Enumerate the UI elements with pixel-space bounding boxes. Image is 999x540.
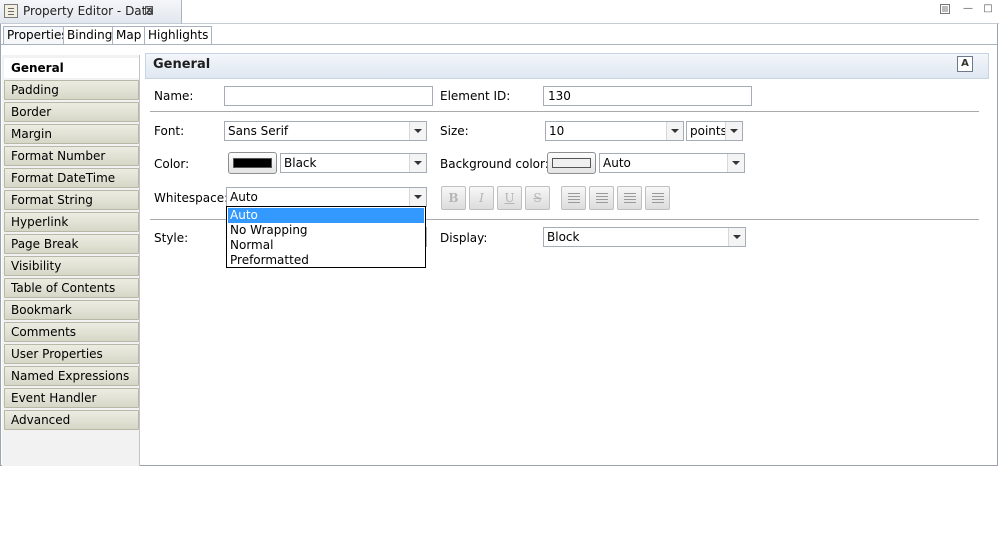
category-advanced[interactable]: Advanced: [4, 410, 139, 430]
element-id-input[interactable]: 130: [543, 86, 752, 106]
align-left-icon: [568, 193, 580, 194]
underline-button[interactable]: U: [497, 186, 522, 210]
font-value: Sans Serif: [228, 124, 289, 138]
background-color-picker-button[interactable]: [547, 152, 596, 174]
background-color-label: Background color:: [440, 157, 549, 171]
tab-binding[interactable]: Binding: [63, 26, 117, 45]
section-title: General: [153, 57, 211, 72]
name-label: Name:: [154, 89, 194, 103]
category-format-datetime[interactable]: Format DateTime: [4, 168, 139, 188]
section-header: [145, 53, 989, 79]
align-left-button[interactable]: [561, 186, 586, 210]
strikethrough-button[interactable]: S: [525, 186, 550, 210]
category-table-of-contents[interactable]: Table of Contents: [4, 278, 139, 298]
whitespace-select[interactable]: Auto: [226, 187, 427, 207]
color-picker-button[interactable]: [228, 152, 277, 174]
minimize-icon[interactable]: —: [962, 3, 974, 15]
font-select[interactable]: Sans Serif: [224, 121, 427, 141]
color-swatch: [233, 158, 272, 168]
category-named-expressions[interactable]: Named Expressions: [4, 366, 139, 386]
background-color-swatch: [552, 158, 591, 168]
edit-style-icon[interactable]: A: [957, 56, 973, 72]
size-label: Size:: [440, 124, 469, 138]
style-label: Style:: [154, 231, 189, 245]
chevron-down-icon[interactable]: [725, 122, 742, 140]
whitespace-option-no-wrapping[interactable]: No Wrapping: [228, 223, 424, 238]
align-right-button[interactable]: [617, 186, 642, 210]
color-value: Black: [284, 156, 317, 170]
size-select[interactable]: 10: [545, 121, 684, 141]
category-format-number[interactable]: Format Number: [4, 146, 139, 166]
category-comments[interactable]: Comments: [4, 322, 139, 342]
view-menu-icon[interactable]: [940, 3, 952, 15]
background-color-select[interactable]: Auto: [599, 153, 745, 173]
property-editor-icon: [4, 4, 18, 18]
color-label: Color:: [154, 157, 190, 171]
tab-properties[interactable]: Properties: [3, 26, 72, 45]
color-select[interactable]: Black: [280, 153, 427, 173]
align-justify-icon: [652, 193, 664, 194]
view-title: Property Editor - Data: [23, 4, 154, 18]
category-general[interactable]: General: [4, 58, 139, 78]
category-format-string[interactable]: Format String: [4, 190, 139, 210]
whitespace-label: Whitespace:: [154, 191, 229, 205]
category-bookmark[interactable]: Bookmark: [4, 300, 139, 320]
element-id-label: Element ID:: [440, 89, 511, 103]
tab-highlights[interactable]: Highlights: [144, 26, 213, 45]
italic-button[interactable]: I: [469, 186, 494, 210]
maximize-icon[interactable]: □: [982, 3, 994, 15]
whitespace-dropdown-list: Auto No Wrapping Normal Preformatted: [226, 206, 426, 268]
category-hyperlink[interactable]: Hyperlink: [4, 212, 139, 232]
category-event-handler[interactable]: Event Handler: [4, 388, 139, 408]
background-color-value: Auto: [603, 156, 631, 170]
align-right-icon: [624, 193, 636, 194]
font-label: Font:: [154, 124, 185, 138]
align-center-icon: [596, 193, 608, 194]
display-select[interactable]: Block: [543, 227, 746, 247]
whitespace-option-normal[interactable]: Normal: [228, 238, 424, 253]
category-border[interactable]: Border: [4, 102, 139, 122]
size-unit-select[interactable]: points: [686, 121, 743, 141]
category-margin[interactable]: Margin: [4, 124, 139, 144]
chevron-down-icon[interactable]: [409, 122, 426, 140]
align-center-button[interactable]: [589, 186, 614, 210]
chevron-down-icon[interactable]: [728, 228, 745, 246]
whitespace-value: Auto: [230, 190, 258, 204]
display-label: Display:: [440, 231, 488, 245]
close-icon[interactable]: ⊠: [144, 3, 154, 17]
chevron-down-icon[interactable]: [409, 154, 426, 172]
category-user-properties[interactable]: User Properties: [4, 344, 139, 364]
category-padding[interactable]: Padding: [4, 80, 139, 100]
tabs-divider: [1, 44, 997, 45]
bold-button[interactable]: B: [441, 186, 466, 210]
chevron-down-icon[interactable]: [409, 188, 426, 206]
whitespace-option-auto[interactable]: Auto: [228, 208, 424, 223]
chevron-down-icon[interactable]: [727, 154, 744, 172]
size-value: 10: [549, 124, 565, 138]
tab-map[interactable]: Map: [112, 26, 146, 45]
size-unit-value: points: [690, 124, 727, 138]
whitespace-option-preformatted[interactable]: Preformatted: [228, 253, 424, 268]
chevron-down-icon[interactable]: [666, 122, 683, 140]
category-visibility[interactable]: Visibility: [4, 256, 139, 276]
name-input[interactable]: [224, 86, 433, 106]
separator: [150, 111, 979, 112]
align-justify-button[interactable]: [645, 186, 670, 210]
display-value: Block: [547, 230, 580, 244]
category-page-break[interactable]: Page Break: [4, 234, 139, 254]
